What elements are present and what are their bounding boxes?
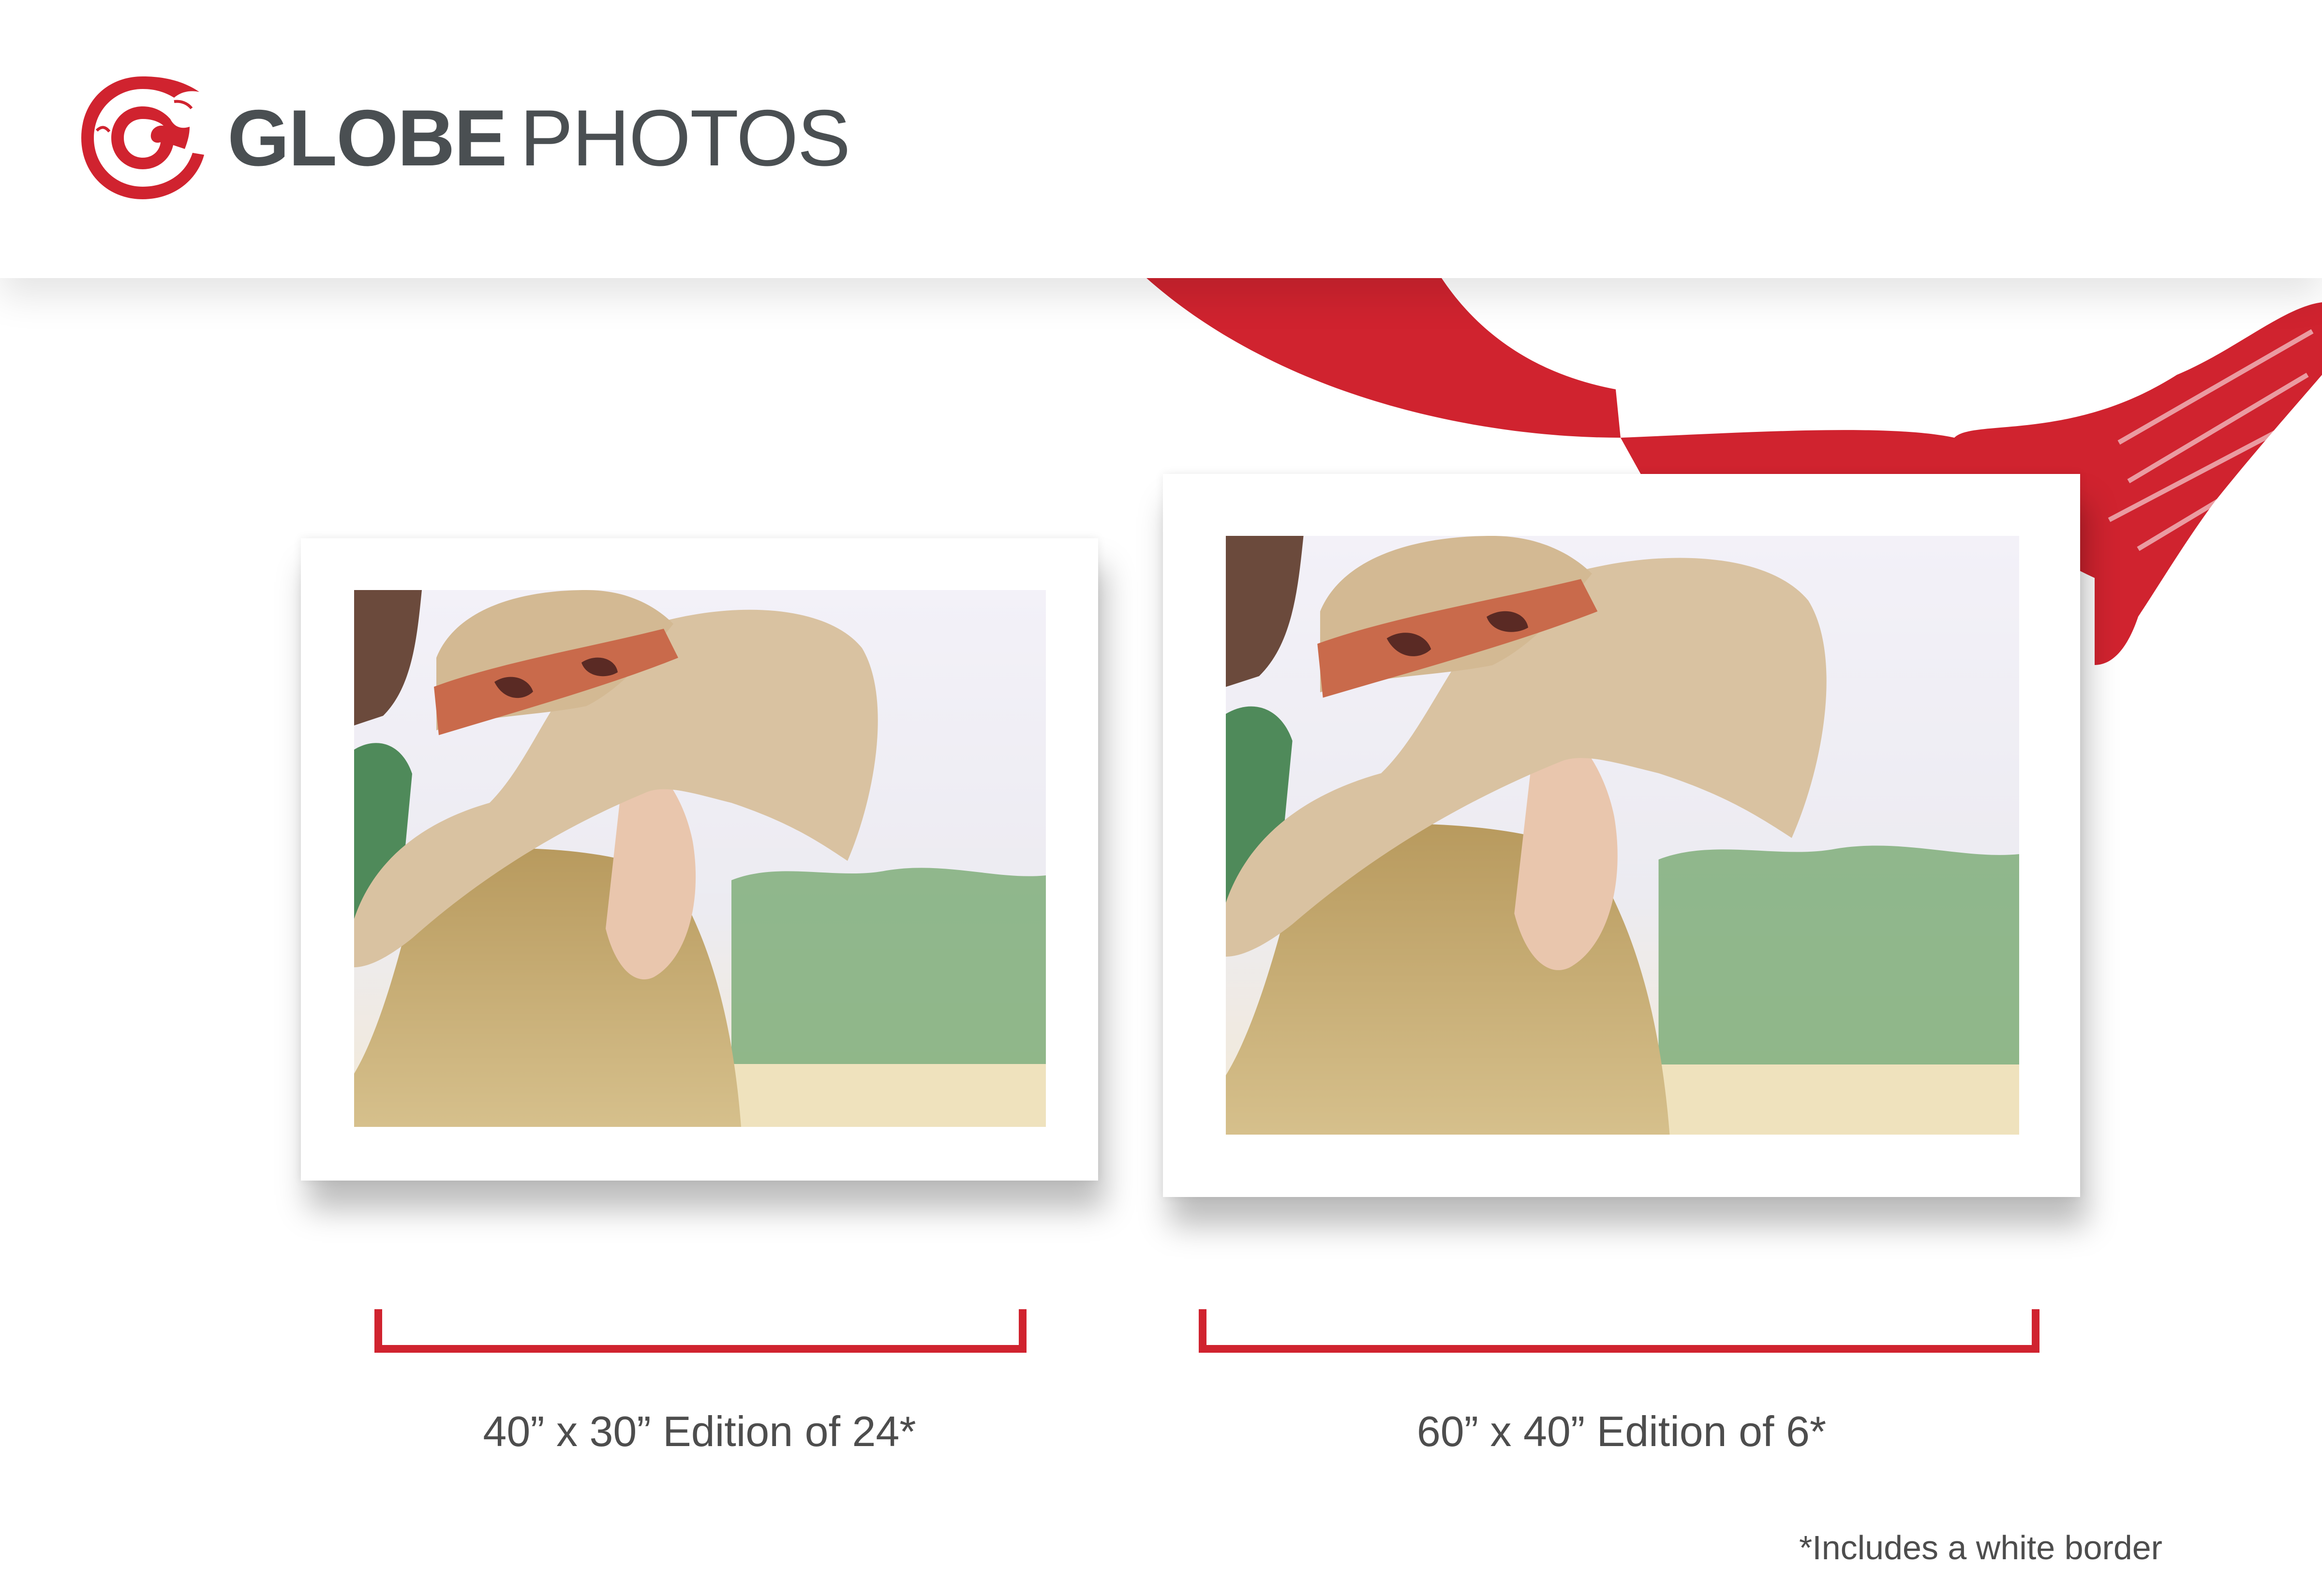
header: GLOBE PHOTOS xyxy=(0,0,2322,278)
size-bracket-large xyxy=(1199,1309,2039,1353)
caption-large-edition: 60” x 40” Edition of 6* xyxy=(1416,1407,1827,1455)
border-footnote: *Includes a white border xyxy=(1799,1529,2162,1566)
print-small xyxy=(301,538,1098,1181)
caption-small-edition: 40” x 30” Edition of 24* xyxy=(483,1407,916,1455)
brand-name: GLOBE PHOTOS xyxy=(227,93,851,182)
photo-small xyxy=(354,590,1046,1127)
brand-name-light: PHOTOS xyxy=(520,93,851,182)
portrait-woman-in-sun-hat xyxy=(1226,536,2019,1135)
photo-large xyxy=(1226,536,2019,1135)
print-large xyxy=(1163,474,2080,1197)
brush-circle-logo-icon xyxy=(81,76,204,199)
portrait-woman-in-sun-hat xyxy=(354,590,1046,1127)
size-bracket-small xyxy=(374,1309,1027,1353)
brand-name-bold: GLOBE xyxy=(227,93,507,182)
